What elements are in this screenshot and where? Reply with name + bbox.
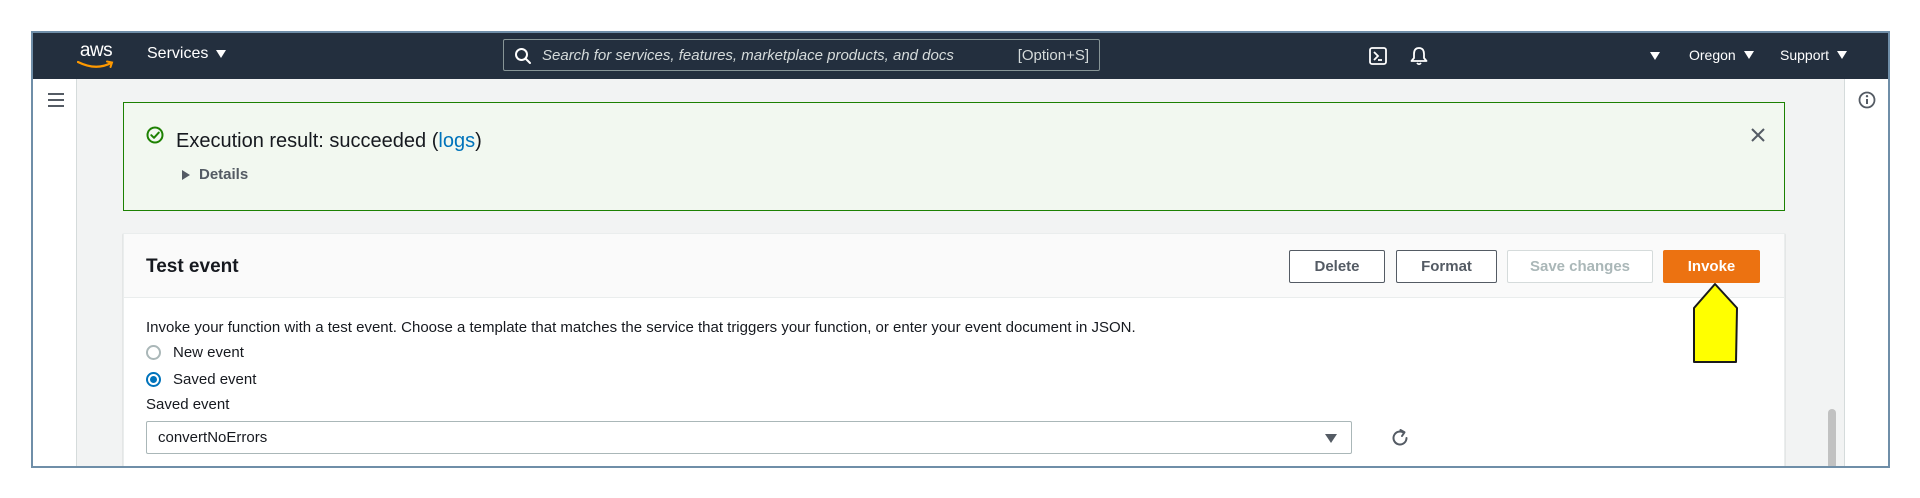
logs-link[interactable]: logs: [438, 130, 475, 152]
chevron-down-icon: [1325, 434, 1337, 443]
aws-logo[interactable]: aws: [73, 40, 119, 70]
hamburger-menu-icon[interactable]: [48, 93, 64, 107]
refresh-icon[interactable]: [1389, 427, 1411, 449]
flash-title: Execution result: succeeded (logs): [176, 130, 482, 153]
details-expander[interactable]: Details: [182, 166, 248, 183]
close-icon[interactable]: [1750, 127, 1766, 143]
services-menu-button[interactable]: Services: [147, 45, 227, 63]
chevron-down-icon: [1837, 51, 1848, 59]
flash-title-text: Execution result: succeeded (: [176, 130, 439, 152]
cloudshell-icon[interactable]: [1369, 47, 1387, 65]
top-navigation: aws Services [Option+S]: [33, 33, 1888, 79]
flash-title-suffix: ): [475, 130, 482, 152]
details-label: Details: [199, 166, 249, 183]
caret-right-icon: [182, 169, 190, 180]
radio-new-event-label: New event: [173, 344, 244, 361]
search-icon: [515, 48, 531, 64]
search-bar[interactable]: [Option+S]: [503, 39, 1100, 71]
region-label: Oregon: [1689, 47, 1736, 63]
highlight-arrow-pointer: [1693, 283, 1738, 363]
save-changes-button: Save changes: [1507, 250, 1653, 283]
aws-logo-text: aws: [79, 40, 113, 61]
radio-saved-event[interactable]: Saved event: [146, 371, 256, 388]
search-input[interactable]: [542, 44, 972, 66]
info-icon[interactable]: [1858, 91, 1876, 109]
left-navigation-rail: [33, 79, 77, 466]
test-event-panel: Test event Delete Format Save changes In…: [123, 233, 1785, 466]
radio-new-event[interactable]: New event: [146, 344, 244, 361]
scrollbar-thumb[interactable]: [1828, 409, 1836, 466]
invoke-button[interactable]: Invoke: [1663, 250, 1760, 283]
success-check-icon: [146, 126, 164, 144]
saved-event-selected-value: convertNoErrors: [158, 429, 268, 446]
account-menu-chevron-icon[interactable]: [1650, 52, 1660, 60]
chevron-down-icon: [216, 50, 227, 58]
delete-button[interactable]: Delete: [1289, 250, 1385, 283]
saved-event-select[interactable]: convertNoErrors: [146, 421, 1352, 454]
execution-result-flash: Execution result: succeeded (logs) Detai…: [123, 102, 1785, 211]
region-selector[interactable]: Oregon: [1689, 47, 1754, 63]
chevron-down-icon: [1743, 51, 1754, 59]
saved-event-field-label: Saved event: [146, 396, 230, 413]
bell-icon[interactable]: [1409, 46, 1429, 66]
browser-frame: aws Services [Option+S]: [31, 31, 1890, 468]
services-label: Services: [147, 45, 209, 62]
test-event-header: Test event Delete Format Save changes In…: [124, 234, 1784, 298]
format-button[interactable]: Format: [1396, 250, 1497, 283]
panel-title: Test event: [146, 256, 239, 277]
search-shortcut-hint: [Option+S]: [1017, 47, 1089, 64]
aws-smile-icon: [77, 60, 114, 68]
radio-button-checked[interactable]: [146, 372, 161, 387]
support-menu[interactable]: Support: [1780, 47, 1848, 63]
radio-saved-event-label: Saved event: [173, 371, 257, 388]
right-tools-rail: [1844, 79, 1888, 466]
test-event-description: Invoke your function with a test event. …: [146, 319, 1136, 336]
radio-button[interactable]: [146, 345, 161, 360]
support-label: Support: [1780, 47, 1830, 63]
